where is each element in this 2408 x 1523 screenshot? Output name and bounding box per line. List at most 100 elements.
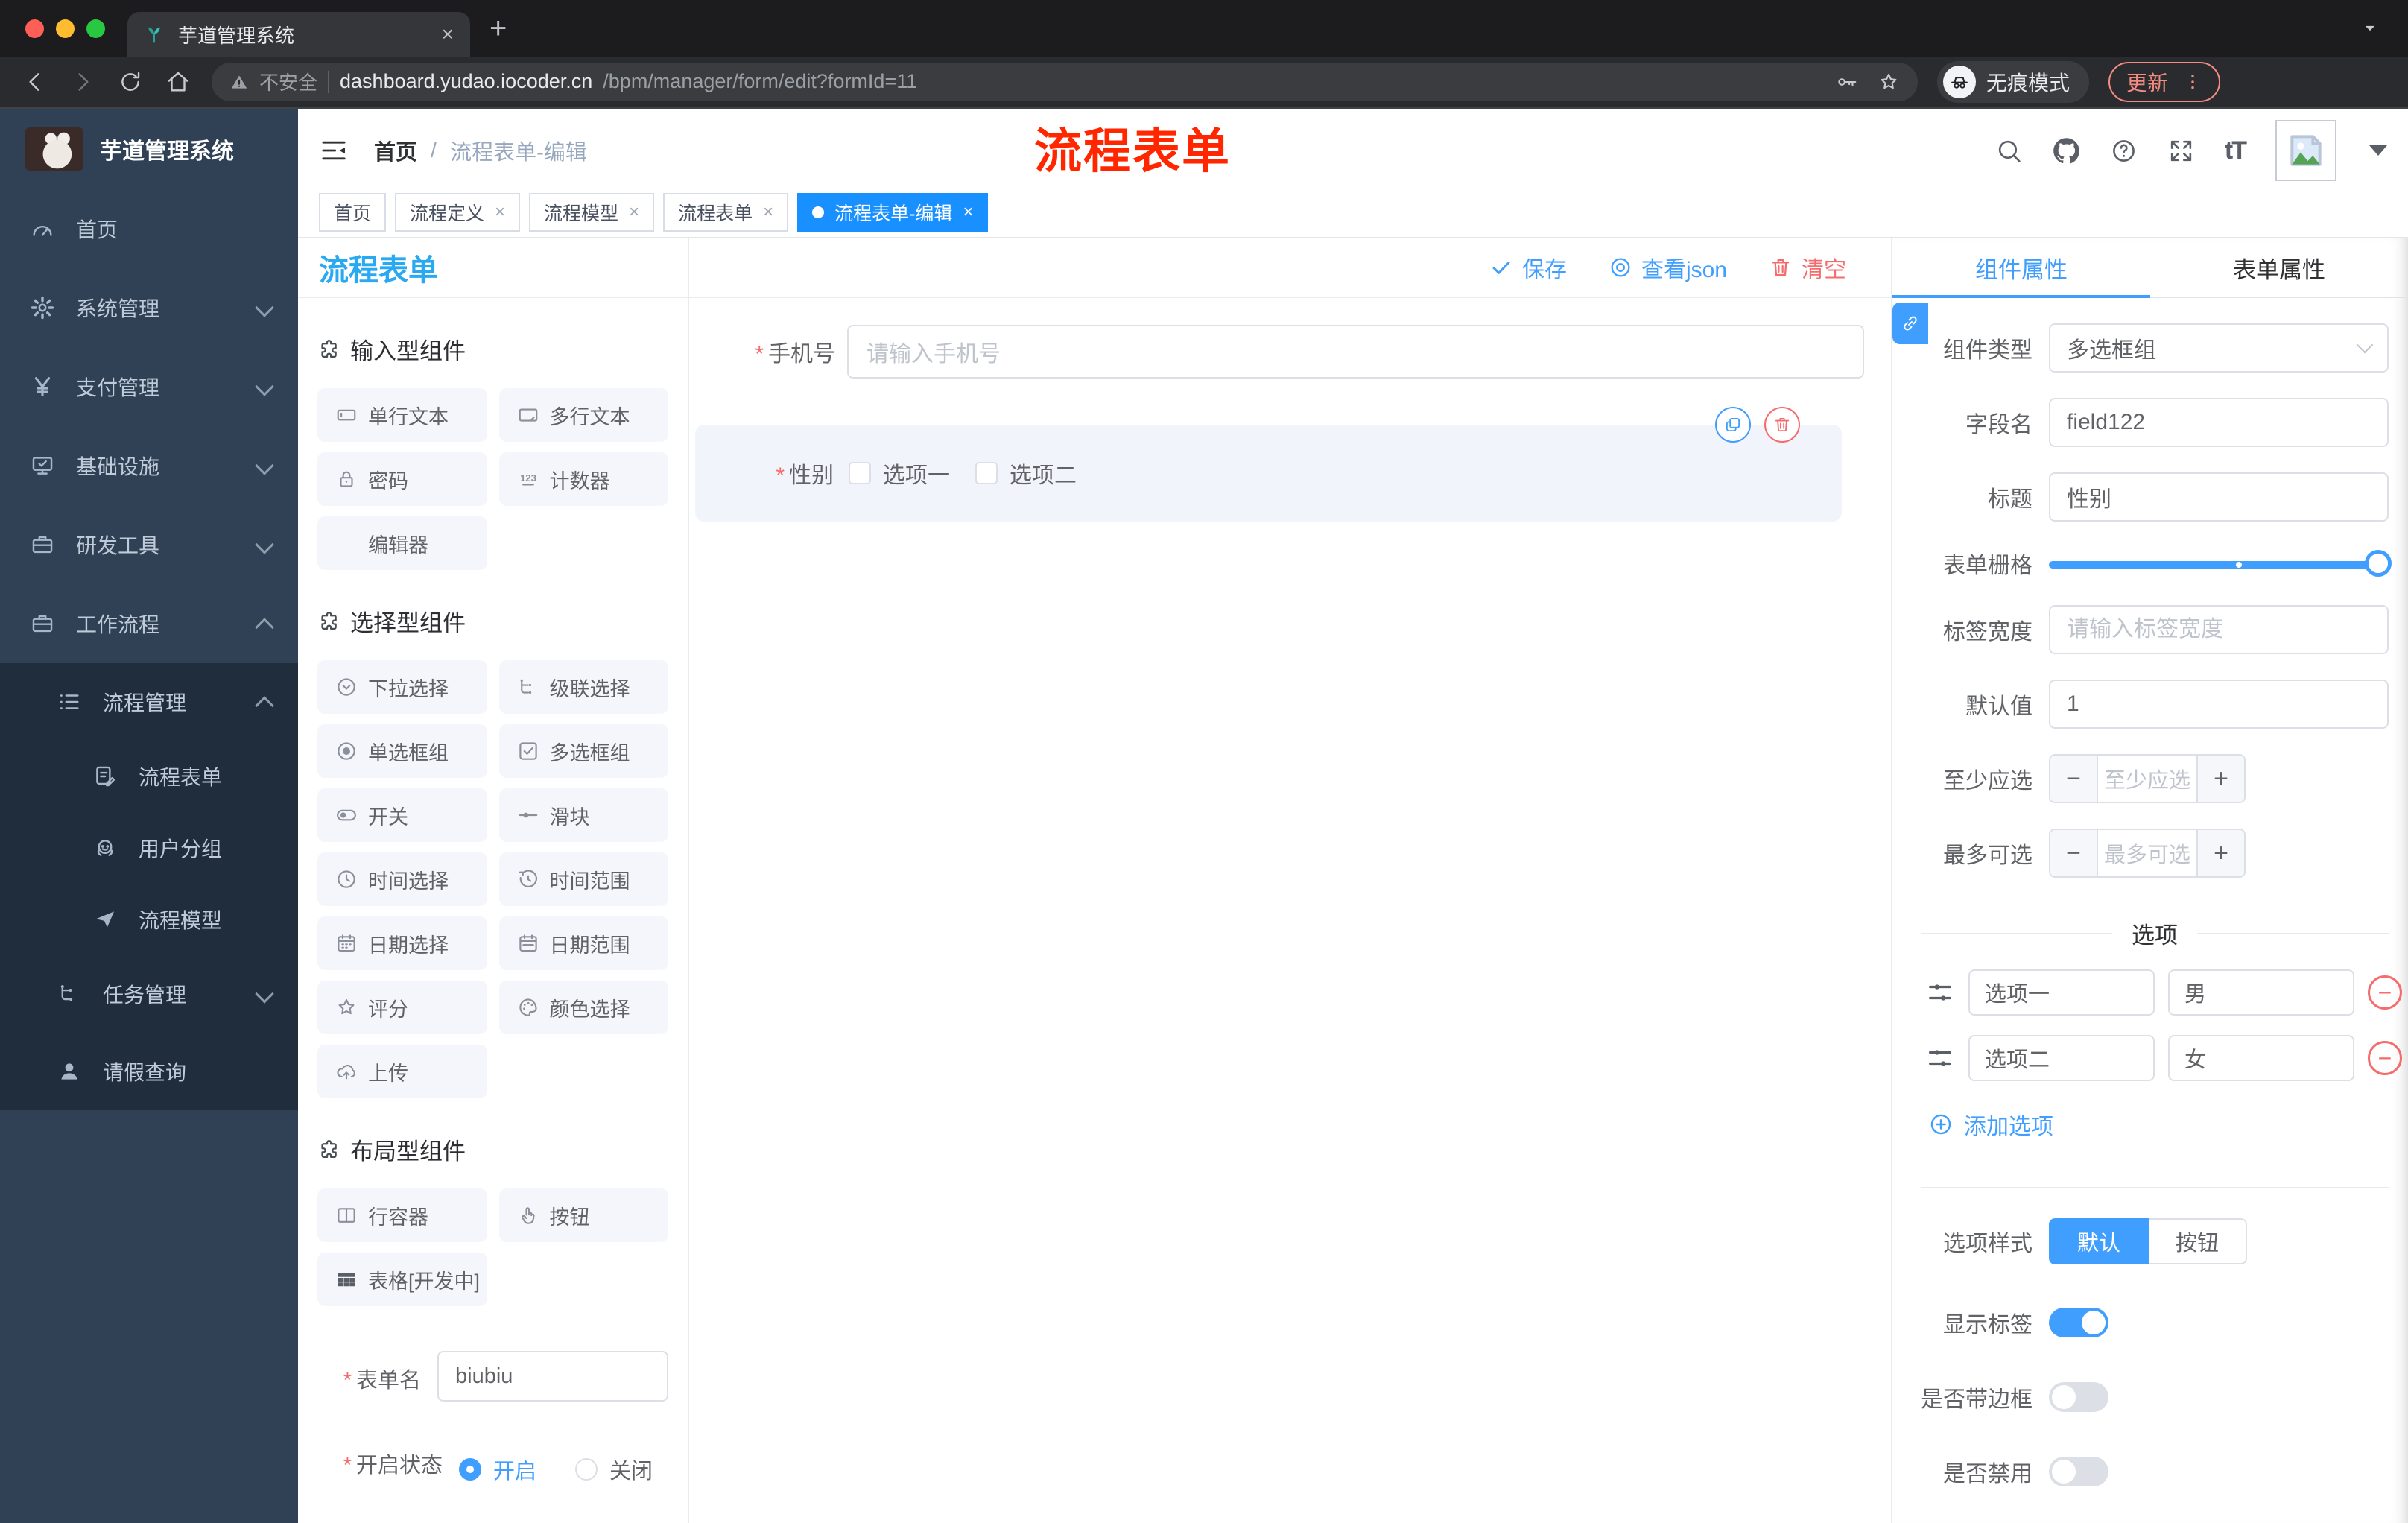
- palette-item-counter[interactable]: 123 计数器: [498, 452, 668, 506]
- phone-input[interactable]: 请输入手机号: [847, 325, 1864, 379]
- address-bar[interactable]: 不安全 dashboard.yudao.iocoder.cn/bpm/manag…: [212, 62, 1918, 101]
- home-icon[interactable]: [165, 69, 191, 95]
- gender-option-2[interactable]: 选项二: [975, 457, 1077, 490]
- tag-process-form-edit[interactable]: 流程表单-编辑 ×: [797, 193, 989, 232]
- sidebar-item-workflow[interactable]: 工作流程: [0, 584, 298, 663]
- slider-track[interactable]: [2049, 561, 2389, 569]
- tab-close-icon[interactable]: ×: [442, 22, 454, 46]
- bookmark-star-icon[interactable]: [1878, 71, 1900, 93]
- remove-option-button[interactable]: −: [2368, 1041, 2402, 1075]
- tab-component-props[interactable]: 组件属性: [1892, 238, 2150, 298]
- palette-item-checkbox-group[interactable]: 多选框组: [498, 724, 668, 778]
- palette-item-password[interactable]: 密码: [317, 452, 487, 506]
- sidebar-item-home[interactable]: 首页: [0, 189, 298, 268]
- status-radio-off[interactable]: 关闭: [575, 1454, 653, 1485]
- drag-handle-icon[interactable]: [1925, 978, 1955, 1007]
- label-width-input[interactable]: [2049, 605, 2389, 654]
- clear-button[interactable]: 清空: [1769, 251, 1846, 284]
- palette-item-upload[interactable]: 上传: [317, 1045, 487, 1098]
- border-toggle[interactable]: [2049, 1382, 2108, 1412]
- field-name-input[interactable]: [2049, 398, 2389, 447]
- github-icon[interactable]: [2053, 137, 2080, 165]
- option-1-value-input[interactable]: [2168, 969, 2354, 1016]
- remove-option-button[interactable]: −: [2368, 975, 2402, 1010]
- avatar[interactable]: [2275, 120, 2336, 181]
- sidebar-collapse-icon[interactable]: [319, 136, 349, 165]
- fullscreen-icon[interactable]: [2167, 137, 2195, 165]
- close-icon[interactable]: ×: [763, 202, 773, 223]
- option-2-label-input[interactable]: [1968, 1035, 2155, 1081]
- option-2-value-input[interactable]: [2168, 1035, 2354, 1081]
- window-controls[interactable]: [25, 19, 105, 38]
- disabled-toggle[interactable]: [2049, 1457, 2108, 1486]
- default-value-input[interactable]: [2049, 680, 2389, 729]
- tab-form-props[interactable]: 表单属性: [2150, 238, 2408, 297]
- forward-icon[interactable]: [70, 69, 95, 95]
- sidebar-item-infra[interactable]: 基础设施: [0, 426, 298, 505]
- palette-item-rate[interactable]: 评分: [317, 981, 487, 1034]
- palette-item-editor[interactable]: 编辑器: [317, 516, 487, 570]
- decrease-button[interactable]: −: [2050, 756, 2097, 802]
- breadcrumb-home[interactable]: 首页: [374, 135, 417, 166]
- palette-item-date-picker[interactable]: 日期选择: [317, 916, 487, 970]
- form-name-input[interactable]: [437, 1351, 668, 1402]
- style-button-button[interactable]: 按钮: [2149, 1218, 2248, 1264]
- show-label-toggle[interactable]: [2049, 1308, 2108, 1337]
- min-select-value[interactable]: 至少应选: [2097, 756, 2198, 802]
- palette-item-radio-group[interactable]: 单选框组: [317, 724, 487, 778]
- sidebar-item-leave-query[interactable]: 请假查询: [0, 1033, 298, 1110]
- tag-process-model[interactable]: 流程模型 ×: [529, 193, 655, 232]
- tag-process-definition[interactable]: 流程定义 ×: [395, 193, 521, 232]
- tag-process-form[interactable]: 流程表单 ×: [663, 193, 789, 232]
- title-input[interactable]: [2049, 472, 2389, 522]
- decrease-button[interactable]: −: [2050, 830, 2097, 876]
- canvas-field-phone[interactable]: 手机号 请输入手机号: [689, 325, 1864, 379]
- status-radio-on[interactable]: 开启: [459, 1454, 536, 1485]
- not-secure-label[interactable]: 不安全: [259, 68, 317, 95]
- drawer-handle[interactable]: [1892, 303, 1928, 344]
- sidebar-item-payment[interactable]: 支付管理: [0, 347, 298, 426]
- font-size-icon[interactable]: tT: [2225, 136, 2247, 165]
- palette-item-row-container[interactable]: 行容器: [317, 1188, 487, 1242]
- palette-item-table[interactable]: 表格[开发中]: [317, 1253, 487, 1306]
- checkbox[interactable]: [849, 462, 871, 484]
- drag-handle-icon[interactable]: [1925, 1043, 1955, 1073]
- sidebar-item-system[interactable]: 系统管理: [0, 268, 298, 347]
- password-key-icon[interactable]: [1836, 71, 1858, 93]
- style-default-button[interactable]: 默认: [2049, 1218, 2149, 1264]
- tab-search-caret-icon[interactable]: [2359, 17, 2381, 39]
- palette-item-slider[interactable]: 滑块: [498, 788, 668, 842]
- user-menu-caret-icon[interactable]: [2369, 145, 2387, 156]
- palette-item-cascader[interactable]: 级联选择: [498, 660, 668, 714]
- palette-item-time-picker[interactable]: 时间选择: [317, 852, 487, 906]
- increase-button[interactable]: +: [2198, 830, 2244, 876]
- gender-option-1[interactable]: 选项一: [849, 457, 950, 490]
- canvas-field-gender-selected[interactable]: 性别 选项一 选项二: [695, 407, 1842, 522]
- close-icon[interactable]: ×: [629, 202, 639, 223]
- sidebar-item-user-group[interactable]: 用户分组: [0, 812, 298, 884]
- palette-item-multi-text[interactable]: 多行文本: [498, 388, 668, 442]
- new-tab-button[interactable]: +: [489, 12, 507, 45]
- save-button[interactable]: 保存: [1489, 251, 1567, 284]
- option-1-label-input[interactable]: [1968, 969, 2155, 1016]
- help-icon[interactable]: [2110, 137, 2138, 165]
- add-option-button[interactable]: 添加选项: [1928, 1108, 2408, 1141]
- tag-home[interactable]: 首页: [319, 193, 387, 232]
- browser-tab[interactable]: 芋道管理系统 ×: [127, 12, 470, 57]
- sidebar-item-process-form[interactable]: 流程表单: [0, 741, 298, 812]
- checkbox[interactable]: [975, 462, 998, 484]
- copy-component-button[interactable]: [1715, 407, 1751, 443]
- grid-slider[interactable]: [2049, 548, 2392, 578]
- palette-item-button[interactable]: 按钮: [498, 1188, 668, 1242]
- palette-item-select[interactable]: 下拉选择: [317, 660, 487, 714]
- sidebar-item-devtools[interactable]: 研发工具: [0, 505, 298, 584]
- close-icon[interactable]: ×: [495, 202, 505, 223]
- delete-component-button[interactable]: [1764, 407, 1800, 443]
- palette-item-color-picker[interactable]: 颜色选择: [498, 981, 668, 1034]
- component-type-select[interactable]: 多选框组: [2049, 323, 2389, 373]
- close-icon[interactable]: ×: [963, 202, 973, 223]
- browser-menu-icon[interactable]: [2183, 72, 2202, 92]
- increase-button[interactable]: +: [2198, 756, 2244, 802]
- reload-icon[interactable]: [118, 69, 143, 95]
- zoom-window-button[interactable]: [86, 19, 105, 38]
